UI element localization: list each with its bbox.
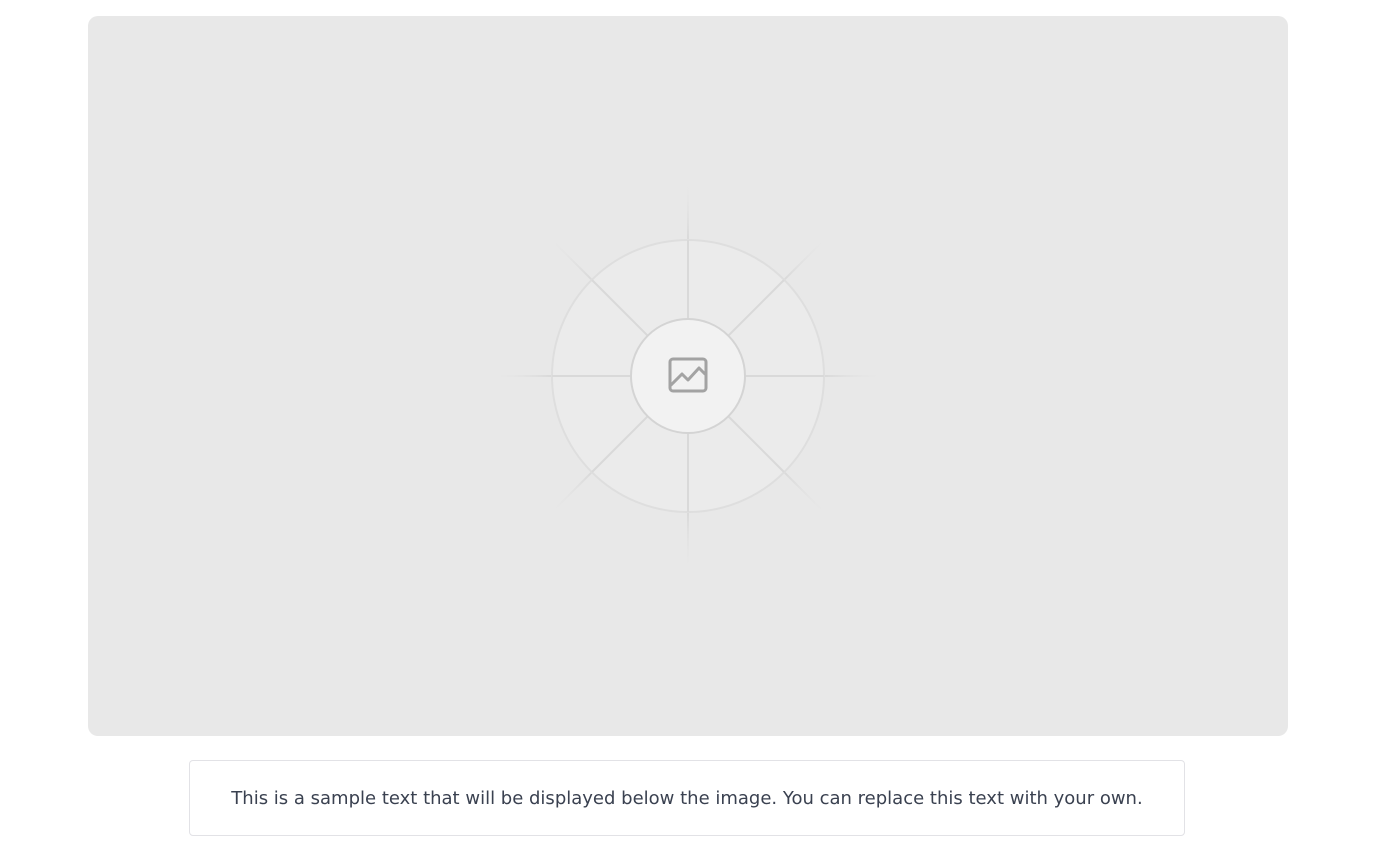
image-placeholder: [88, 16, 1288, 736]
inner-circle: [630, 318, 746, 434]
caption-text: This is a sample text that will be displ…: [231, 787, 1143, 809]
placeholder-illustration: [492, 180, 884, 572]
caption-box: This is a sample text that will be displ…: [189, 760, 1185, 836]
page: This is a sample text that will be displ…: [0, 0, 1376, 854]
